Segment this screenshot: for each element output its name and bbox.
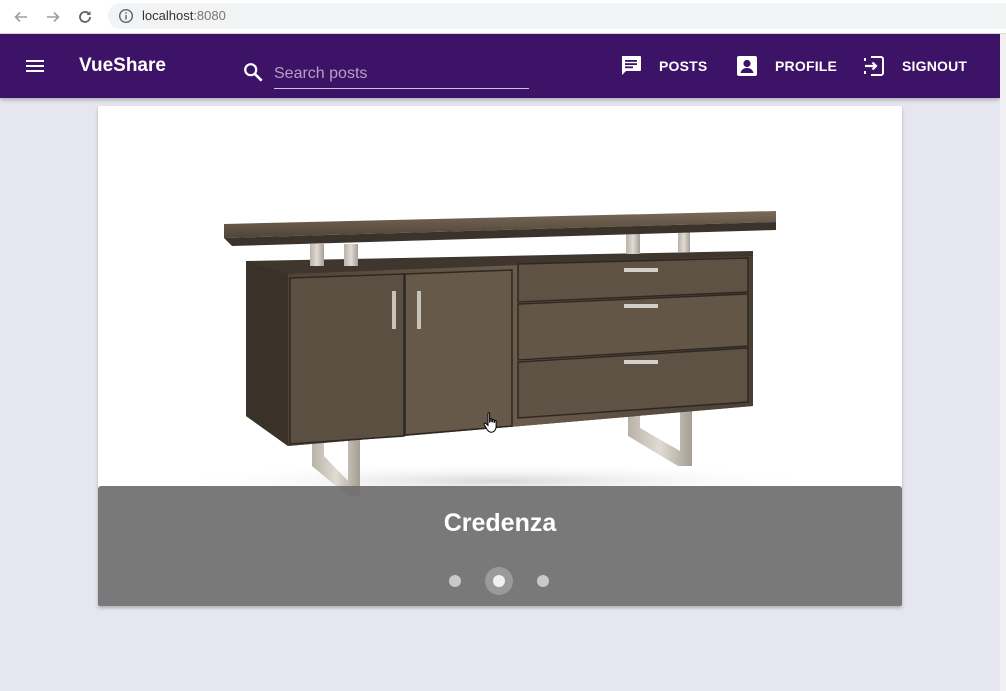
posts-label: POSTS xyxy=(659,58,708,74)
address-bar[interactable]: localhost:8080 xyxy=(108,3,1006,29)
post-carousel[interactable]: Credenza xyxy=(98,106,902,606)
arrow-left-icon xyxy=(14,11,27,23)
slide-caption[interactable]: Credenza xyxy=(98,508,902,538)
scrollbar-track[interactable] xyxy=(1000,34,1006,691)
url-text: localhost:8080 xyxy=(142,8,226,23)
back-button[interactable] xyxy=(10,6,32,28)
carousel-dot-2[interactable] xyxy=(493,575,505,587)
search-icon xyxy=(244,63,263,82)
posts-button[interactable]: POSTS xyxy=(619,53,707,79)
exit-icon xyxy=(864,56,884,76)
app-title[interactable]: VueShare xyxy=(79,55,166,77)
profile-label: PROFILE xyxy=(775,58,838,74)
chat-icon xyxy=(622,56,641,75)
info-icon[interactable] xyxy=(118,8,134,24)
signout-button[interactable]: SIGNOUT xyxy=(862,53,967,79)
arrow-right-icon xyxy=(47,11,60,23)
account-box-icon xyxy=(737,56,757,76)
signout-label: SIGNOUT xyxy=(902,58,968,74)
carousel-dot-3[interactable] xyxy=(537,575,549,587)
reload-icon xyxy=(79,11,91,23)
search-input[interactable] xyxy=(274,59,529,89)
app-toolbar: VueShare POSTS PROFILE SIGNOUT xyxy=(0,34,1000,98)
slide-caption-panel: Credenza xyxy=(98,486,902,606)
reload-button[interactable] xyxy=(74,6,96,28)
browser-toolbar: localhost:8080 xyxy=(0,0,1006,34)
hand-cursor-icon xyxy=(483,412,497,433)
forward-button[interactable] xyxy=(42,6,64,28)
menu-icon[interactable] xyxy=(24,55,46,77)
carousel-dot-1[interactable] xyxy=(449,575,461,587)
profile-button[interactable]: PROFILE xyxy=(735,53,837,79)
